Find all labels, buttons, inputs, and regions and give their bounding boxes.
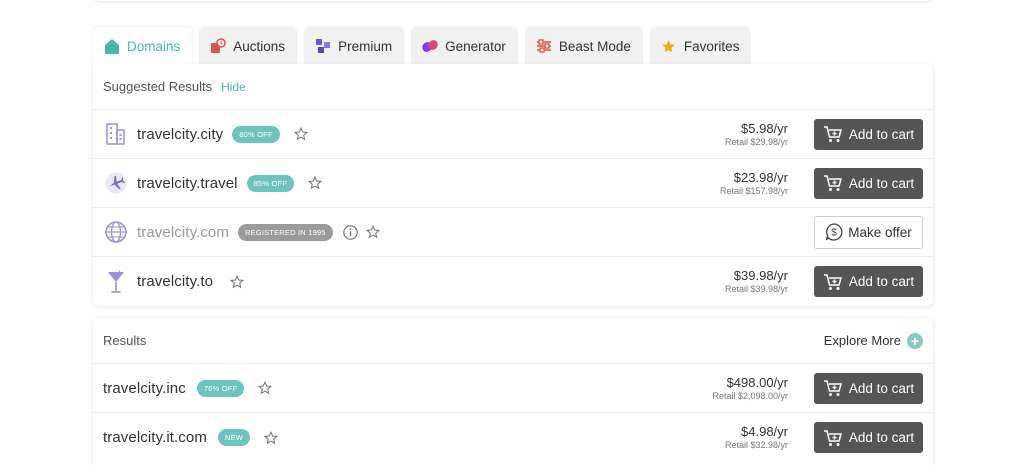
tab-beast-mode[interactable]: Beast Mode xyxy=(524,27,643,65)
favorite-star-icon[interactable] xyxy=(258,381,273,395)
cocktail-icon xyxy=(104,269,128,294)
tab-label: Beast Mode xyxy=(558,38,631,54)
airplane-icon xyxy=(104,171,128,195)
auction-icon xyxy=(210,38,227,54)
button-label: Add to cart xyxy=(848,430,915,445)
make-offer-button[interactable]: $ Make offer xyxy=(814,215,923,249)
favorite-star-icon[interactable] xyxy=(308,176,323,190)
domain-name[interactable]: travelcity.city xyxy=(137,126,223,143)
results-header: Results Explore More + xyxy=(93,318,933,364)
tab-label: Auctions xyxy=(233,38,286,54)
price-block: $5.98/yr Retail $29.98/yr xyxy=(725,121,788,148)
previous-card-edge xyxy=(93,0,933,1)
hide-link[interactable]: Hide xyxy=(221,80,246,94)
button-label: Make offer xyxy=(848,224,912,240)
domain-row: travelcity.inc 76% OFF $498.00/yr Retail… xyxy=(93,364,933,413)
premium-icon xyxy=(315,38,331,54)
cart-icon xyxy=(823,125,843,143)
price: $4.98/yr xyxy=(741,424,788,439)
price-block: $4.98/yr Retail $32.98/yr xyxy=(725,424,788,451)
favorite-star-icon[interactable] xyxy=(365,225,380,239)
retail-price: Retail $29.98/yr xyxy=(724,136,788,147)
discount-badge: 80% OFF xyxy=(232,125,280,143)
offer-dollar-icon: $ xyxy=(825,223,843,241)
price-block: $498.00/yr Retail $2,098.00/yr xyxy=(712,375,788,402)
price: $498.00/yr xyxy=(726,374,788,390)
add-to-cart-button[interactable]: Add to cart xyxy=(814,266,923,297)
tab-label: Premium xyxy=(338,38,393,54)
retail-price: Retail $2,098.00/yr xyxy=(712,390,788,401)
add-to-cart-button[interactable]: Add to cart xyxy=(814,167,923,199)
domain-name[interactable]: travelcity.travel xyxy=(137,175,238,192)
cart-icon xyxy=(823,273,843,291)
retail-price: Retail $39.98/yr xyxy=(724,284,788,294)
registered-badge: REGISTERED IN 1995 xyxy=(237,223,333,241)
domain-name[interactable]: travelcity.com xyxy=(137,224,229,241)
domain-name[interactable]: travelcity.inc xyxy=(103,380,186,397)
tab-auctions[interactable]: Auctions xyxy=(199,27,298,65)
price: $23.98/yr xyxy=(733,169,788,185)
sliders-icon xyxy=(536,38,552,54)
section-title: Suggested Results xyxy=(103,79,213,94)
explore-more-button[interactable]: Explore More + xyxy=(823,332,923,349)
domain-row: travelcity.travel 85% OFF $23.98/yr Reta… xyxy=(93,159,933,208)
button-label: Add to cart xyxy=(848,126,915,142)
plus-icon: + xyxy=(907,332,923,349)
tab-generator[interactable]: Generator xyxy=(411,27,518,65)
domain-name[interactable]: travelcity.to xyxy=(137,273,213,290)
button-label: Add to cart xyxy=(848,380,915,396)
discount-badge: 85% OFF xyxy=(246,174,295,192)
cart-icon xyxy=(823,379,843,397)
domain-row: travelcity.to $39.98/yr Retail $39.98/yr… xyxy=(93,257,933,306)
domain-row: travelcity.com REGISTERED IN 1995 $ Make… xyxy=(93,208,933,257)
domain-row: travelcity.city 80% OFF $5.98/yr Retail … xyxy=(93,110,933,159)
tab-label: Domains xyxy=(127,38,181,54)
cart-icon xyxy=(823,429,843,447)
house-icon xyxy=(104,38,120,54)
city-buildings-icon xyxy=(104,122,128,146)
search-tabs: Domains Auctions Premium Generator Beast… xyxy=(93,27,752,65)
button-label: Add to cart xyxy=(848,175,915,191)
retail-price: Retail $157.98/yr xyxy=(719,185,788,196)
discount-badge: 76% OFF xyxy=(196,379,245,397)
domain-row: travelcity.it.com NEW $4.98/yr Retail $3… xyxy=(93,413,933,462)
favorite-star-icon[interactable] xyxy=(293,127,308,141)
tab-label: Generator xyxy=(445,38,506,54)
add-to-cart-button[interactable]: Add to cart xyxy=(814,118,923,150)
suggested-header: Suggested Results Hide xyxy=(93,64,933,110)
star-icon xyxy=(661,38,677,54)
info-icon[interactable] xyxy=(342,224,358,240)
favorite-star-icon[interactable] xyxy=(230,274,245,289)
add-to-cart-button[interactable]: Add to cart xyxy=(814,372,923,404)
button-label: Add to cart xyxy=(848,274,915,289)
retail-price: Retail $32.98/yr xyxy=(724,440,788,450)
cart-icon xyxy=(823,174,843,192)
price: $39.98/yr xyxy=(733,268,788,283)
section-title: Results xyxy=(103,333,147,348)
price-block: $23.98/yr Retail $157.98/yr xyxy=(720,170,788,197)
domain-name[interactable]: travelcity.it.com xyxy=(103,429,207,446)
tab-premium[interactable]: Premium xyxy=(304,27,405,65)
favorite-star-icon[interactable] xyxy=(264,430,279,445)
tab-label: Favorites xyxy=(683,38,740,54)
add-to-cart-button[interactable]: Add to cart xyxy=(814,422,923,453)
suggested-results-card: Suggested Results Hide travelcity.city 8… xyxy=(93,64,933,306)
results-card: Results Explore More + travelcity.inc 76… xyxy=(93,318,933,465)
new-badge: NEW xyxy=(217,429,251,446)
explore-label: Explore More xyxy=(823,333,901,348)
generator-icon xyxy=(422,38,438,54)
price-block: $39.98/yr Retail $39.98/yr xyxy=(725,268,788,295)
price: $5.98/yr xyxy=(741,120,788,136)
tab-domains[interactable]: Domains xyxy=(93,27,193,65)
globe-icon xyxy=(104,220,128,244)
tab-favorites[interactable]: Favorites xyxy=(649,27,752,65)
svg-text:$: $ xyxy=(831,228,837,239)
